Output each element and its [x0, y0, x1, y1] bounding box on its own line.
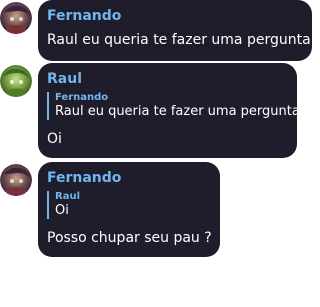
sender-name[interactable]: Fernando	[47, 8, 302, 25]
reply-text: Raul eu queria te fazer uma pergunta	[55, 104, 300, 119]
message-bubble[interactable]: Fernando Raul Oi Posso chupar seu pau ?	[38, 162, 220, 257]
reply-quote[interactable]: Raul Oi	[47, 191, 210, 219]
chat-screen: Fernando Raul eu queria te fazer uma per…	[0, 0, 320, 307]
sender-name[interactable]: Raul	[47, 71, 287, 88]
message-text: Posso chupar seu pau ?	[47, 230, 212, 246]
sender-name[interactable]: Fernando	[47, 170, 210, 187]
message-text: Oi	[47, 131, 62, 147]
message-bubble[interactable]: Raul Fernando Raul eu queria te fazer um…	[38, 63, 300, 158]
reply-sender-name: Raul	[55, 191, 80, 202]
reply-sender-name: Fernando	[55, 92, 109, 103]
avatar[interactable]	[0, 164, 32, 196]
message-text: Raul eu queria te fazer uma pergunta	[47, 32, 311, 48]
avatar[interactable]	[0, 65, 32, 97]
reply-quote[interactable]: Fernando Raul eu queria te fazer uma per…	[47, 92, 300, 120]
message-bubble[interactable]: Fernando Raul eu queria te fazer uma per…	[38, 0, 312, 61]
avatar[interactable]	[0, 2, 32, 34]
reply-text: Oi	[55, 203, 69, 218]
